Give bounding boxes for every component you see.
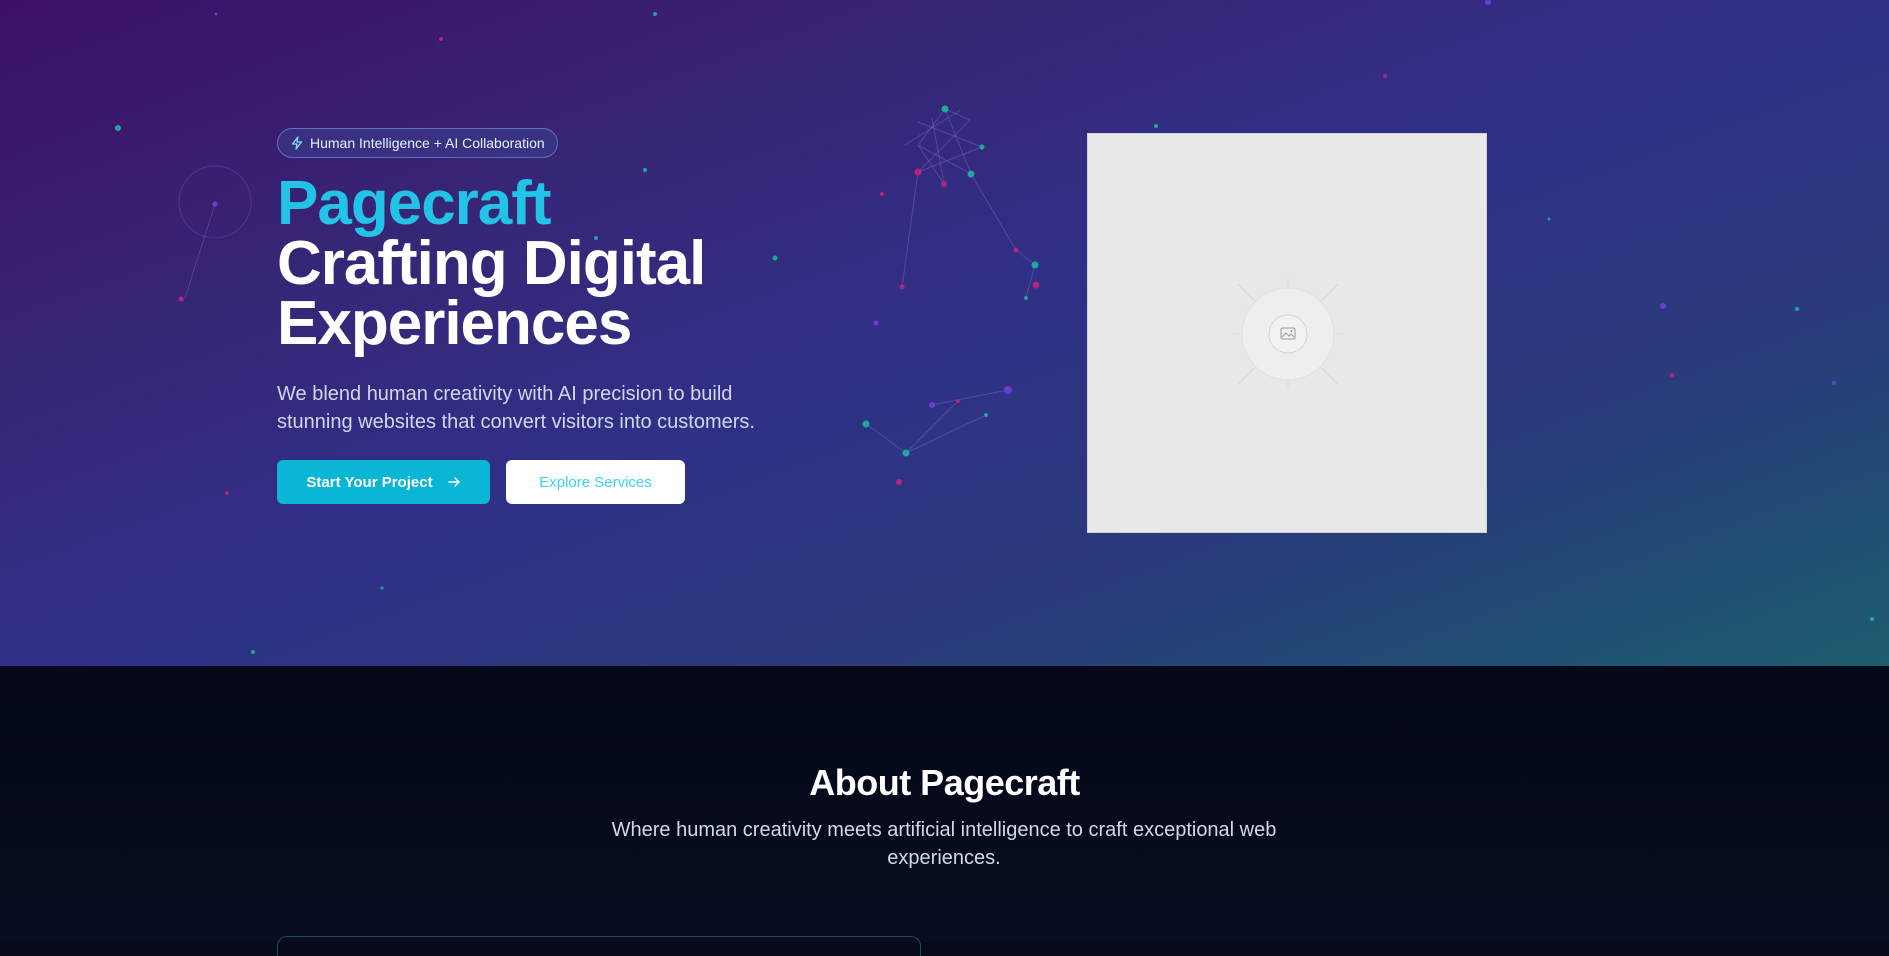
brand-title: Pagecraft bbox=[277, 169, 552, 238]
arrow-right-icon bbox=[447, 475, 461, 489]
hero-section: Human Intelligence + AI Collaboration Pa… bbox=[0, 0, 1889, 666]
hero-image-placeholder bbox=[1087, 133, 1487, 533]
lightning-bolt-icon bbox=[290, 136, 304, 150]
hero-subtitle: We blend human creativity with AI precis… bbox=[277, 383, 755, 433]
hero-content: Human Intelligence + AI Collaboration Pa… bbox=[277, 128, 797, 504]
headline-line-2: Experiences bbox=[277, 289, 632, 358]
start-project-button[interactable]: Start Your Project bbox=[277, 460, 490, 504]
start-project-label: Start Your Project bbox=[306, 473, 433, 491]
cta-row: Start Your Project Explore Services bbox=[277, 460, 797, 504]
badge-label: Human Intelligence + AI Collaboration bbox=[310, 135, 545, 151]
explore-services-button[interactable]: Explore Services bbox=[506, 460, 685, 504]
collaboration-badge: Human Intelligence + AI Collaboration bbox=[277, 128, 558, 158]
image-placeholder-icon bbox=[1233, 279, 1343, 389]
headline-line-1: Crafting Digital bbox=[277, 229, 706, 298]
about-card bbox=[277, 936, 921, 956]
about-section: About Pagecraft Where human creativity m… bbox=[0, 666, 1889, 956]
about-title: About Pagecraft bbox=[809, 762, 1080, 803]
about-description: Where human creativity meets artificial … bbox=[611, 819, 1277, 869]
